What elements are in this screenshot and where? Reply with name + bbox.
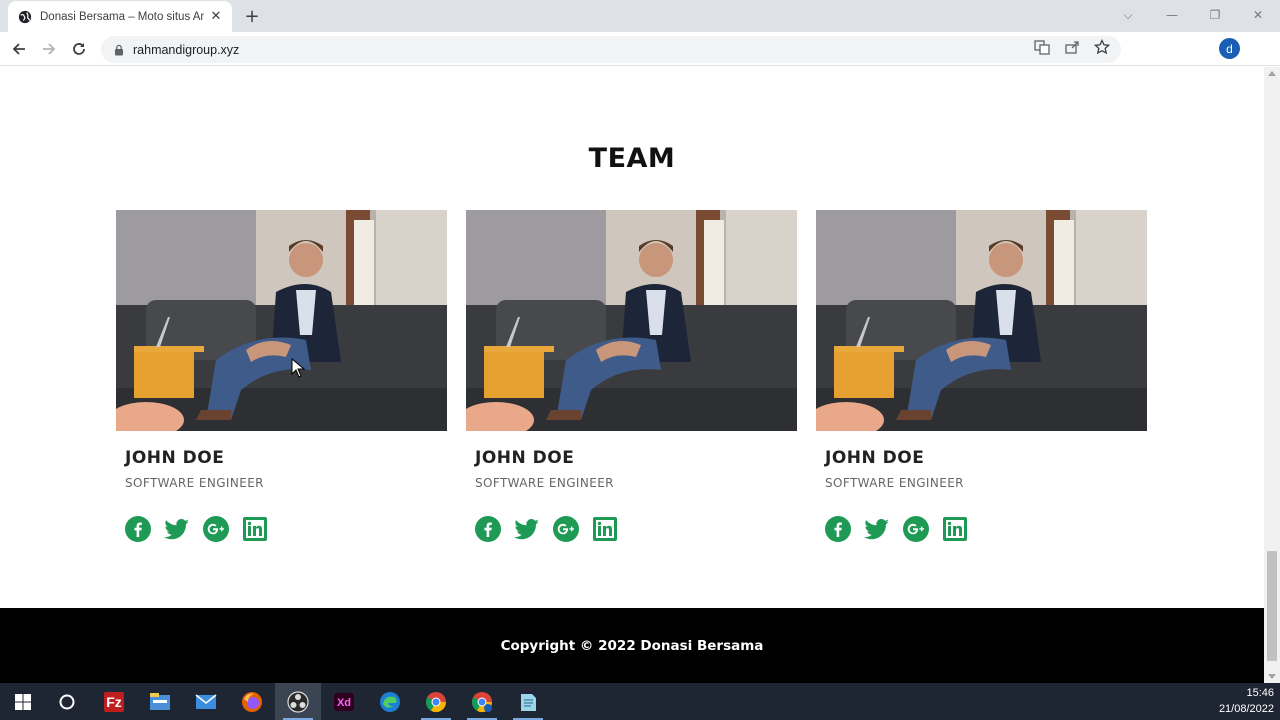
social-links <box>816 516 1147 542</box>
team-member-photo <box>466 210 797 431</box>
obs-icon[interactable] <box>275 683 321 720</box>
new-tab-icon[interactable]: + <box>243 6 261 27</box>
browser-toolbar: rahmandigroup.xyz <box>0 32 1280 87</box>
twitter-icon[interactable] <box>514 516 540 542</box>
linkedin-icon[interactable] <box>592 516 618 542</box>
linkedin-icon[interactable] <box>942 516 968 542</box>
address-bar[interactable]: rahmandigroup.xyz <box>101 36 1121 63</box>
member-role: SOFTWARE ENGINEER <box>125 476 264 490</box>
twitter-icon[interactable] <box>864 516 890 542</box>
linkedin-icon[interactable] <box>242 516 268 542</box>
site-footer: Copyright © 2022 Donasi Bersama <box>0 608 1264 683</box>
svg-text:Fz: Fz <box>106 694 122 710</box>
minimize-icon[interactable]: — <box>1152 0 1192 30</box>
profile-avatar[interactable]: d <box>1219 38 1240 59</box>
member-role: SOFTWARE ENGINEER <box>825 476 964 490</box>
file-explorer-icon[interactable] <box>137 683 183 720</box>
facebook-icon[interactable] <box>825 516 851 542</box>
member-role: SOFTWARE ENGINEER <box>475 476 614 490</box>
page-viewport: TEAM JOHN DOE SOFTWARE ENGINEER JOHN DOE… <box>0 67 1264 683</box>
member-name: JOHN DOE <box>125 448 225 468</box>
bookmark-star-icon[interactable] <box>1094 39 1110 55</box>
google-plus-icon[interactable] <box>903 516 929 542</box>
window-close-icon[interactable]: ✕ <box>1238 0 1278 30</box>
tab-title: Donasi Bersama – Moto situs An <box>40 10 204 23</box>
team-member-photo <box>816 210 1147 431</box>
scroll-up-icon[interactable] <box>1268 71 1276 76</box>
browser-tab-bar: Donasi Bersama – Moto situs An ✕ + ⌵ — ❐… <box>0 0 1280 32</box>
firefox-icon[interactable] <box>229 683 275 720</box>
team-card: JOHN DOE SOFTWARE ENGINEER <box>116 210 447 542</box>
facebook-icon[interactable] <box>475 516 501 542</box>
facebook-icon[interactable] <box>125 516 151 542</box>
mail-icon[interactable] <box>183 683 229 720</box>
windows-taskbar: Fz Xd 15:46 21/08/2022 <box>0 683 1280 720</box>
member-name: JOHN DOE <box>475 448 575 468</box>
close-tab-icon[interactable]: ✕ <box>208 9 224 25</box>
team-member-photo <box>116 210 447 431</box>
reload-icon[interactable] <box>67 37 91 61</box>
social-links <box>466 516 797 542</box>
translate-icon[interactable] <box>1034 39 1050 55</box>
svg-text:Xd: Xd <box>337 697 351 709</box>
member-name: JOHN DOE <box>825 448 925 468</box>
scrollbar-thumb[interactable] <box>1267 551 1277 661</box>
mouse-cursor-icon <box>291 358 305 378</box>
globe-icon <box>18 10 32 23</box>
team-section-title: TEAM <box>588 143 676 174</box>
google-plus-icon[interactable] <box>203 516 229 542</box>
edge-icon[interactable] <box>367 683 413 720</box>
url-text: rahmandigroup.xyz <box>133 42 240 57</box>
forward-icon[interactable] <box>37 37 61 61</box>
chrome-icon[interactable] <box>413 683 459 720</box>
browser-tab[interactable]: Donasi Bersama – Moto situs An ✕ <box>8 1 232 32</box>
tab-search-icon[interactable]: ⌵ <box>1108 0 1148 30</box>
team-card: JOHN DOE SOFTWARE ENGINEER <box>466 210 797 542</box>
restore-icon[interactable]: ❐ <box>1195 0 1235 30</box>
clock-date: 21/08/2022 <box>1218 703 1274 715</box>
team-card: JOHN DOE SOFTWARE ENGINEER <box>816 210 1147 542</box>
page-scrollbar[interactable] <box>1264 67 1280 683</box>
adobe-xd-icon[interactable]: Xd <box>321 683 367 720</box>
filezilla-icon[interactable]: Fz <box>91 683 137 720</box>
windows-start-icon[interactable] <box>0 683 46 720</box>
clock-time: 15:46 <box>1246 687 1274 699</box>
notepad-icon[interactable] <box>505 683 551 720</box>
copyright-text: Copyright © 2022 Donasi Bersama <box>500 637 764 654</box>
cortana-icon[interactable] <box>44 683 90 720</box>
share-icon[interactable] <box>1064 39 1080 55</box>
scroll-down-icon[interactable] <box>1268 674 1276 679</box>
chrome-profile-icon[interactable] <box>459 683 505 720</box>
google-plus-icon[interactable] <box>553 516 579 542</box>
lock-icon <box>115 44 123 55</box>
twitter-icon[interactable] <box>164 516 190 542</box>
back-icon[interactable] <box>7 37 31 61</box>
system-clock[interactable]: 15:46 21/08/2022 <box>1219 685 1274 717</box>
social-links <box>116 516 447 542</box>
